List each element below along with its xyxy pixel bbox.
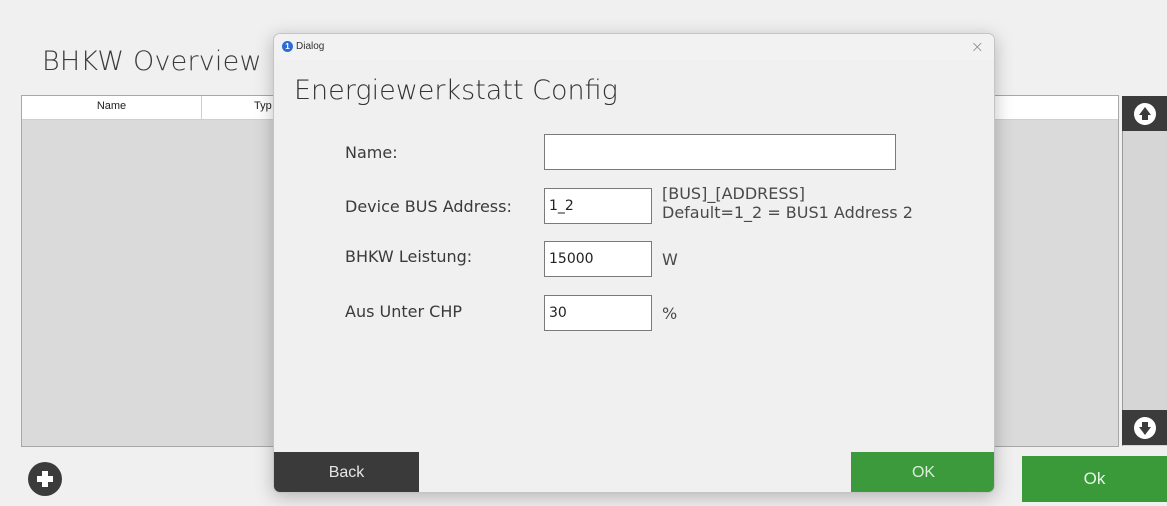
aus-unter-chp-label: Aus Unter CHP [345, 302, 462, 321]
aus-unter-chp-input[interactable] [544, 295, 652, 331]
aus-unter-chp-unit: % [662, 304, 678, 323]
leistung-label: BHKW Leistung: [345, 247, 473, 266]
config-dialog: 1 Dialog × Energiewerkstatt Config Name:… [273, 33, 995, 493]
page-title: BHKW Overview [42, 46, 262, 77]
bus-address-label: Device BUS Address: [345, 197, 512, 216]
name-label: Name: [345, 143, 398, 162]
scroll-down-button[interactable] [1122, 410, 1167, 445]
bus-address-hint: [BUS]_[ADDRESS] Default=1_2 = BUS1 Addre… [662, 184, 913, 222]
bus-address-hint-format: [BUS]_[ADDRESS] [662, 184, 805, 203]
bus-address-hint-default: Default=1_2 = BUS1 Address 2 [662, 203, 913, 222]
dialog-titlebar[interactable]: 1 Dialog × [274, 34, 994, 60]
arrow-down-circle-icon [1133, 416, 1156, 439]
dialog-heading: Energiewerkstatt Config [294, 75, 618, 106]
back-button[interactable]: Back [274, 452, 419, 492]
dialog-ok-button[interactable]: OK [851, 452, 994, 492]
close-icon[interactable]: × [971, 37, 984, 56]
app-icon: 1 [282, 41, 293, 52]
leistung-unit: W [662, 250, 678, 269]
scroll-up-button[interactable] [1122, 96, 1167, 131]
bus-address-input[interactable] [544, 188, 652, 224]
add-button[interactable] [28, 462, 62, 496]
dialog-window-title: Dialog [296, 41, 325, 52]
scrollbar-track[interactable] [1122, 96, 1167, 446]
arrow-up-circle-icon [1133, 102, 1156, 125]
column-header-name[interactable]: Name [22, 96, 202, 119]
leistung-input[interactable] [544, 241, 652, 277]
ok-button[interactable]: Ok [1022, 456, 1167, 502]
name-input[interactable] [544, 134, 896, 170]
